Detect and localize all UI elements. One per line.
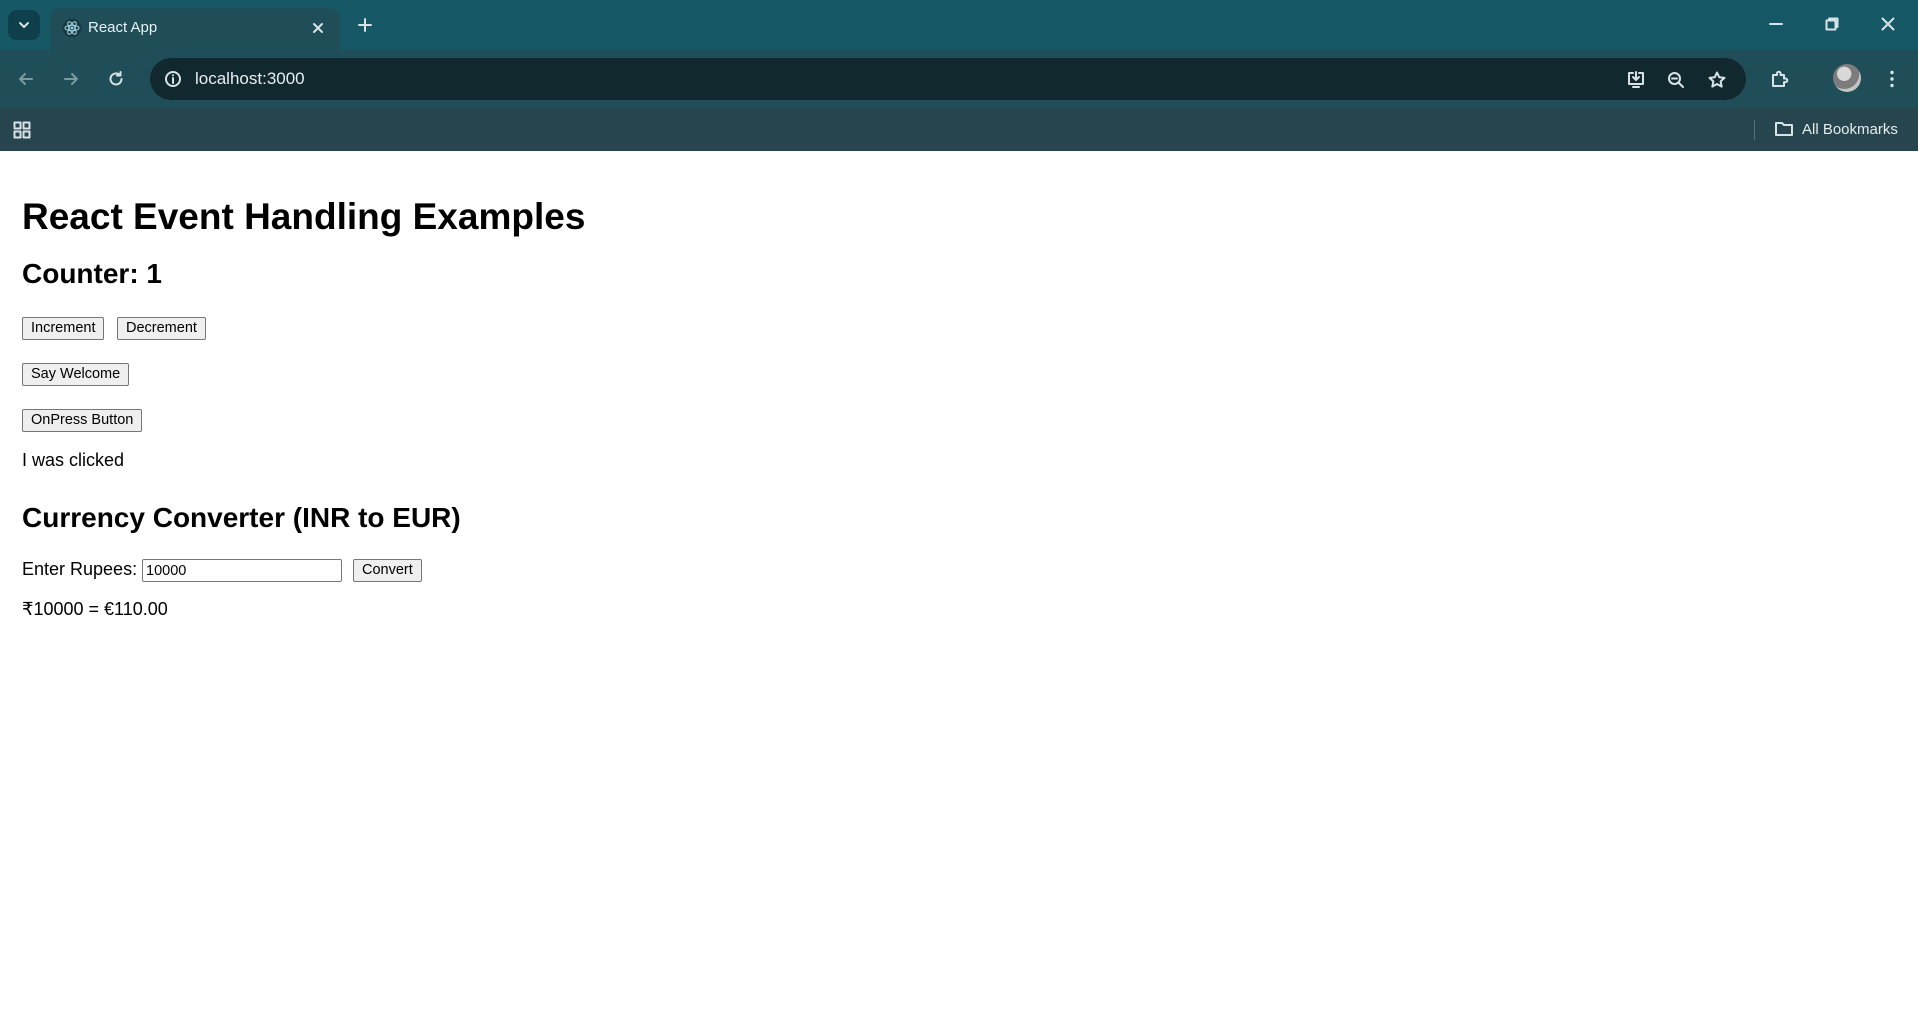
page-title: React Event Handling Examples: [22, 196, 586, 237]
bookmarks-bar: All Bookmarks: [0, 108, 1918, 151]
convert-button[interactable]: Convert: [353, 559, 422, 582]
arrow-right-icon: [64, 73, 78, 85]
converter-heading: Currency Converter (INR to EUR): [22, 502, 461, 533]
close-icon: [313, 23, 323, 33]
conversion-result: ₹10000 = €110.00: [22, 599, 168, 619]
reload-icon: [109, 71, 123, 86]
clicked-message: I was clicked: [22, 450, 125, 470]
reload-button[interactable]: [100, 63, 132, 95]
tab-search-button[interactable]: [8, 10, 40, 40]
close-window-icon: [1881, 17, 1895, 31]
info-icon: [165, 71, 181, 87]
puzzle-icon: [1772, 70, 1789, 87]
browser-menu-button[interactable]: [1877, 64, 1907, 94]
restore-icon: [1825, 17, 1839, 31]
url-text[interactable]: localhost:3000: [195, 68, 305, 90]
browser-toolbar: localhost:3000: [0, 50, 1918, 108]
zoom-out-icon: [1668, 72, 1684, 88]
new-tab-button[interactable]: [352, 12, 378, 38]
tab-title: React App: [88, 19, 158, 36]
close-window-button[interactable]: [1866, 8, 1910, 40]
increment-button[interactable]: Increment: [22, 317, 105, 340]
forward-button[interactable]: [55, 63, 87, 95]
tab-strip: React App: [0, 0, 1918, 50]
star-icon: [1708, 71, 1726, 88]
chevron-down-icon: [19, 22, 29, 28]
arrow-left-icon: [19, 73, 33, 85]
extensions-button[interactable]: [1765, 64, 1795, 94]
bookmarks-separator: [1754, 120, 1755, 140]
onpress-button[interactable]: OnPress Button: [22, 409, 143, 432]
restore-button[interactable]: [1810, 8, 1854, 40]
folder-icon: [1775, 122, 1793, 136]
zoom-button[interactable]: [1662, 66, 1690, 94]
minimize-button[interactable]: [1754, 8, 1798, 40]
counter-heading: Counter: 1: [22, 258, 162, 289]
react-logo-icon: [62, 18, 82, 38]
apps-grid-icon: [13, 121, 31, 139]
back-button[interactable]: [10, 63, 42, 95]
rupees-label: Enter Rupees:: [22, 559, 138, 579]
tab-close-button[interactable]: [306, 16, 330, 40]
browser-tab[interactable]: React App: [50, 8, 340, 50]
rupees-input[interactable]: [142, 559, 342, 582]
plus-icon: [358, 18, 372, 32]
profile-avatar[interactable]: [1833, 64, 1861, 92]
decrement-button[interactable]: Decrement: [117, 317, 206, 340]
address-bar[interactable]: localhost:3000: [150, 58, 1746, 100]
all-bookmarks-label: All Bookmarks: [1802, 120, 1898, 138]
install-app-icon: [1628, 71, 1644, 88]
say-welcome-button[interactable]: Say Welcome: [22, 363, 130, 386]
minimize-icon: [1769, 23, 1783, 25]
all-bookmarks-button[interactable]: All Bookmarks: [1774, 117, 1898, 141]
install-app-button[interactable]: [1622, 66, 1650, 94]
apps-button[interactable]: [10, 118, 34, 142]
bookmark-star-button[interactable]: [1703, 66, 1731, 94]
page-content: React Event Handling Examples Counter: 1…: [0, 151, 1918, 1018]
site-info-button[interactable]: [160, 66, 186, 92]
kebab-menu-icon: [1890, 70, 1894, 88]
